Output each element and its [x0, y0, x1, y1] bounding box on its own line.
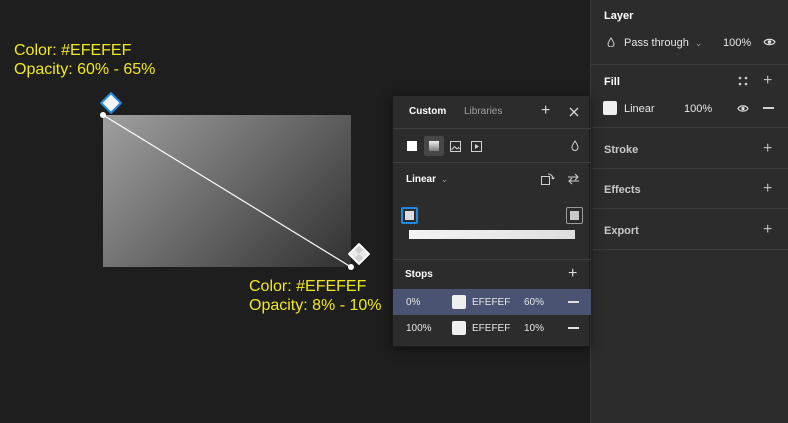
blend-drop-icon[interactable] [571, 140, 579, 151]
fill-type[interactable]: Linear [624, 103, 655, 115]
annotation-bottom: Color: #EFEFEF Opacity: 8% - 10% [249, 277, 382, 315]
add-style-button[interactable]: + [541, 103, 550, 119]
blend-mode-label: Pass through [624, 37, 689, 49]
tab-custom[interactable]: Custom [409, 106, 446, 117]
rotate-icon[interactable] [541, 173, 555, 186]
annotation-top-color: Color: #EFEFEF [14, 42, 132, 59]
blend-mode-icon [607, 37, 615, 47]
stop-hex[interactable]: EFEFEF [472, 323, 510, 334]
layer-title: Layer [604, 10, 634, 22]
gradient-stop-end[interactable] [566, 207, 583, 224]
fill-opacity[interactable]: 100% [684, 103, 712, 115]
image-fill-icon[interactable] [450, 141, 461, 152]
fill-section: Fill + Linear 100% [591, 65, 788, 128]
add-export-button[interactable]: + [763, 222, 772, 238]
tab-libraries[interactable]: Libraries [464, 106, 502, 117]
stop-opacity[interactable]: 60% [524, 297, 544, 308]
add-stop-button[interactable]: + [568, 266, 577, 282]
gradient-stop-start[interactable] [401, 207, 418, 224]
gradient-start-handle [100, 92, 122, 114]
annotation-top: Color: #EFEFEF Opacity: 60% - 65% [14, 41, 155, 79]
add-effect-button[interactable]: + [763, 181, 772, 197]
export-section: Export + [591, 209, 788, 250]
add-fill-button[interactable]: + [763, 73, 772, 89]
stops-title: Stops [405, 269, 433, 280]
export-title: Export [604, 225, 639, 237]
stroke-title: Stroke [604, 144, 639, 156]
fill-swatch[interactable] [603, 101, 617, 115]
add-stroke-button[interactable]: + [763, 141, 772, 157]
gradient-fill-icon[interactable] [424, 136, 444, 156]
gradient-type-dropdown[interactable]: Linear ⌄ [406, 174, 448, 185]
fill-picker-popup: Custom Libraries + Linear ⌄ Stops + 0% E… [392, 95, 591, 347]
annotation-bottom-color: Color: #EFEFEF [249, 278, 367, 295]
effects-title: Effects [604, 184, 641, 196]
blend-mode-dropdown[interactable]: Pass through ⌄ [624, 37, 702, 49]
remove-stop-button[interactable] [568, 327, 579, 329]
solid-fill-icon[interactable] [407, 141, 417, 151]
stop-opacity[interactable]: 10% [524, 323, 544, 334]
remove-stop-button[interactable] [568, 301, 579, 303]
gradient-bar[interactable] [409, 230, 575, 239]
stroke-section: Stroke + [591, 128, 788, 169]
stop-position[interactable]: 0% [406, 297, 420, 308]
remove-fill-button[interactable] [763, 107, 774, 109]
gradient-rectangle[interactable] [103, 115, 351, 267]
gradient-type-label: Linear [406, 174, 437, 185]
stop-swatch[interactable] [452, 295, 466, 309]
layer-section: Layer Pass through ⌄ 100% [591, 0, 788, 65]
chevron-down-icon: ⌄ [440, 174, 449, 184]
annotation-bottom-opacity: Opacity: 8% - 10% [249, 297, 382, 314]
stop-hex[interactable]: EFEFEF [472, 297, 510, 308]
flip-icon[interactable] [567, 173, 580, 185]
fill-title: Fill [604, 76, 620, 88]
stop-row[interactable]: 100% EFEFEF 10% [393, 315, 591, 341]
close-icon[interactable] [569, 107, 579, 117]
video-fill-icon[interactable] [471, 141, 482, 152]
properties-panel: Layer Pass through ⌄ 100% Fill + Linear … [590, 0, 788, 423]
effects-section: Effects + [591, 169, 788, 209]
stop-position[interactable]: 100% [406, 323, 432, 334]
stop-swatch[interactable] [452, 321, 466, 335]
chevron-down-icon: ⌄ [694, 38, 703, 48]
annotation-top-opacity: Opacity: 60% - 65% [14, 61, 156, 78]
eye-icon[interactable] [763, 37, 776, 47]
gradient-end-handle [348, 243, 370, 265]
stop-row[interactable]: 0% EFEFEF 60% [393, 289, 591, 315]
fill-eye-icon[interactable] [737, 104, 749, 113]
style-grid-icon[interactable] [738, 76, 748, 86]
layer-opacity[interactable]: 100% [723, 37, 751, 49]
